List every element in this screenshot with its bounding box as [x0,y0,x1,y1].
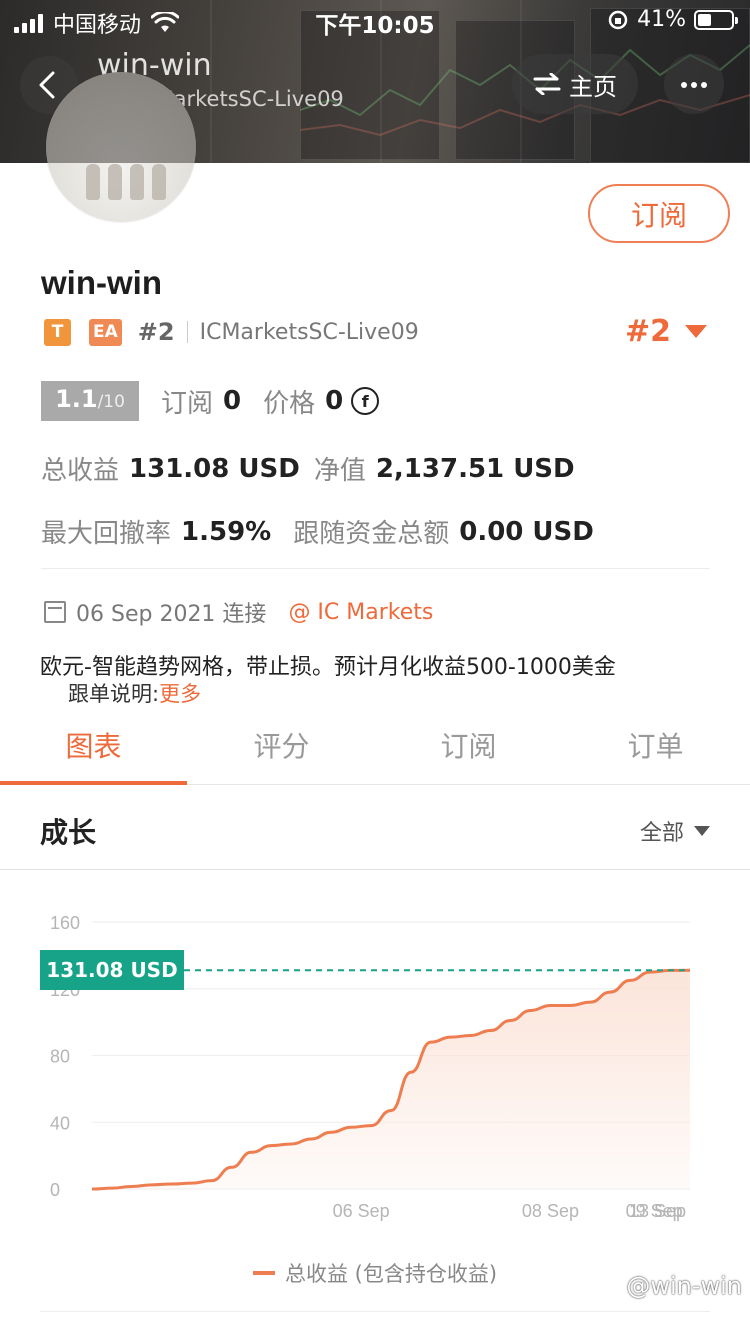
drawdown-value: 1.59% [181,516,272,547]
home-button-label: 主页 [569,72,617,101]
profile-tags: T EA #2 ICMarketsSC-Live09 [44,318,419,346]
tab-bar: 图表 评分 订阅 订单 [0,705,750,785]
rating-row: 1.1/10 订阅 0 价格 0 f [41,381,380,421]
rating-value: 1.1 [55,385,98,413]
follow-funds-value: 0.00 USD [459,516,594,547]
caret-down-icon [685,325,708,338]
tab-rating[interactable]: 评分 [188,725,375,765]
app-root: 中国移动 下午10:05 41% win-win #2 ICMarketsSC-… [0,0,750,1334]
coin-icon: f [351,387,380,415]
y-tick-label: 0 [50,1180,60,1200]
follow-note-label: 跟单说明: [68,682,160,706]
total-profit-value: 131.08 USD [129,453,300,484]
growth-chart-svg: 1601208040006 Sep08 Sep09 Sep13 Sep [50,913,691,1221]
swap-icon [533,73,561,95]
growth-section-header: 成长 全部 [0,785,750,870]
tab-chart[interactable]: 图表 [0,725,187,765]
broker-link[interactable]: @ IC Markets [288,600,433,625]
legend-label: 总收益 (包含持仓收益) [284,1262,498,1286]
drawdown-row: 最大回撤率 1.59% 跟随资金总额 0.00 USD [41,513,594,550]
y-tick-label: 80 [50,1047,70,1067]
equity-value: 2,137.51 USD [375,453,575,484]
section-title: 成长 [40,816,97,849]
watermark: @win-win [626,1272,742,1300]
current-value-flag: 131.08 USD [40,950,184,990]
tag-ea-badge: EA [89,318,122,346]
divider [41,568,710,569]
more-link[interactable]: 更多 [159,682,201,706]
battery-percent: 41% [637,7,686,32]
tab-subscribe[interactable]: 订阅 [375,725,562,765]
separator [186,321,188,343]
connection-date: 06 Sep 2021 连接 [76,602,267,627]
rating-max: /10 [97,392,125,412]
more-button[interactable] [664,54,724,114]
battery-icon [694,9,738,30]
x-tick-label: 13 Sep [629,1201,686,1221]
rank-label: #2 [137,318,175,346]
subscribe-count-value: 0 [223,386,242,416]
total-profit-label: 总收益 [41,456,120,486]
connection-row: 06 Sep 2021 连接 @ IC Markets [44,596,433,628]
price-value: 0 [325,386,344,416]
legend-swatch [252,1271,275,1275]
range-filter-value: 全部 [639,821,684,846]
strategy-description: 欧元-智能趋势网格，带止损。预计月化收益500-1000美金 [40,655,616,680]
status-bar: 中国移动 下午10:05 41% [0,0,750,42]
rank-dropdown-value: #2 [625,314,672,349]
profit-row: 总收益 131.08 USD 净值 2,137.51 USD [41,450,575,487]
y-tick-label: 40 [50,1113,70,1133]
x-tick-label: 08 Sep [522,1201,579,1221]
y-tick-label: 160 [50,913,80,933]
price-label: 价格 [263,388,316,419]
follow-note: 跟单说明:更多 [68,678,201,708]
caret-down-icon [694,826,710,836]
follow-funds-label: 跟随资金总额 [293,519,450,549]
tag-t-badge: T [44,318,71,346]
server-label: ICMarketsSC-Live09 [199,319,419,345]
orientation-lock-icon [608,10,628,29]
range-filter-dropdown[interactable]: 全部 [640,815,710,847]
drawdown-label: 最大回撤率 [41,519,172,549]
rating-badge: 1.1/10 [41,381,139,421]
profile-name: win-win [41,264,162,301]
subscribe-button[interactable]: 订阅 [588,184,730,243]
home-button[interactable]: 主页 [512,54,638,114]
divider [40,1311,710,1312]
x-tick-label: 06 Sep [333,1201,390,1221]
rank-dropdown[interactable]: #2 [625,314,708,349]
growth-chart: 1601208040006 Sep08 Sep09 Sep13 Sep [0,871,750,1311]
equity-label: 净值 [313,456,366,486]
calendar-icon [44,601,66,623]
avatar [46,72,196,222]
subscribe-count-label: 订阅 [161,388,214,419]
tab-orders[interactable]: 订单 [562,725,749,765]
series-area [92,970,690,1189]
